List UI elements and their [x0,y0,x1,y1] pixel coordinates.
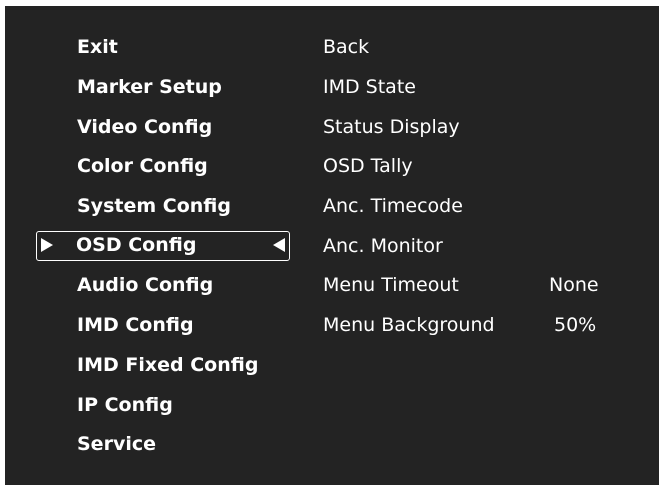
osd-menu-panel: Exit Marker Setup Video Config Color Con… [5,6,659,485]
submenu-item-label: OSD Tally [323,155,413,177]
menu-item-marker-setup[interactable]: Marker Setup [77,72,222,102]
submenu-item-osd-tally[interactable]: OSD Tally [323,151,413,181]
menu-item-audio-config[interactable]: Audio Config [77,270,213,300]
menu-item-label: System Config [77,195,231,217]
menu-item-color-config[interactable]: Color Config [77,151,208,181]
submenu-item-label: Menu Timeout [323,274,459,296]
selection-arrow-right-icon [41,238,53,252]
submenu-item-label: Back [323,36,370,58]
submenu-item-anc-monitor[interactable]: Anc. Monitor [323,231,443,261]
submenu-item-label: Status Display [323,116,460,138]
menu-timeout-value: None [549,274,599,296]
menu-item-system-config[interactable]: System Config [77,191,231,221]
menu-item-imd-config[interactable]: IMD Config [77,310,194,340]
menu-item-label: Service [77,433,156,455]
submenu-item-menu-timeout[interactable]: Menu Timeout [323,270,459,300]
submenu-item-imd-state[interactable]: IMD State [323,72,416,102]
submenu-item-label: IMD State [323,76,416,98]
submenu-item-status-display[interactable]: Status Display [323,112,460,142]
submenu-item-label: Anc. Monitor [323,235,443,257]
menu-item-label: OSD Config [76,234,197,256]
menu-item-label: Audio Config [77,274,214,296]
menu-item-label: Color Config [77,155,208,177]
menu-item-ip-config[interactable]: IP Config [77,390,173,420]
submenu-item-menu-background[interactable]: Menu Background [323,310,495,340]
selection-arrow-left-icon [273,238,285,252]
menu-item-label: Exit [77,36,118,58]
menu-item-label: Video Config [77,116,213,138]
menu-item-osd-config[interactable]: OSD Config [36,231,290,261]
menu-item-service[interactable]: Service [77,429,156,459]
submenu-item-label: Menu Background [323,314,495,336]
menu-item-label: Marker Setup [77,76,222,98]
menu-item-video-config[interactable]: Video Config [77,112,212,142]
submenu-item-back[interactable]: Back [323,32,369,62]
submenu-item-anc-timecode[interactable]: Anc. Timecode [323,191,463,221]
submenu-item-label: Anc. Timecode [323,195,463,217]
menu-background-value: 50% [554,314,597,336]
menu-item-label: IMD Config [77,314,194,336]
menu-item-exit[interactable]: Exit [77,32,118,62]
menu-item-imd-fixed-config[interactable]: IMD Fixed Config [77,350,258,380]
menu-item-label: IP Config [77,394,173,416]
menu-item-label: IMD Fixed Config [77,354,259,376]
